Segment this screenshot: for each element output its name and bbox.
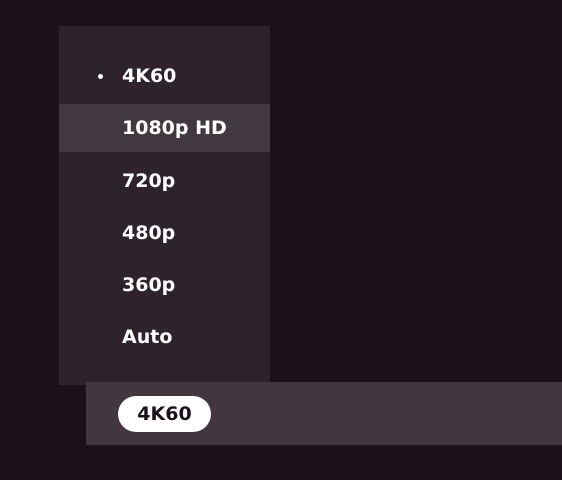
option-label: 480p	[122, 222, 176, 244]
option-label: 4K60	[122, 65, 177, 87]
option-label: Auto	[122, 326, 173, 348]
option-label: 360p	[122, 274, 176, 296]
control-bar: 4K60	[86, 382, 562, 445]
option-label: 1080p HD	[122, 117, 227, 139]
quality-menu: 4K60 1080p HD 720p 480p 360p Auto	[59, 26, 270, 385]
selected-indicator-icon	[98, 73, 103, 79]
quality-option-1080p[interactable]: 1080p HD	[59, 104, 270, 152]
quality-option-360p[interactable]: 360p	[59, 261, 270, 309]
quality-option-480p[interactable]: 480p	[59, 209, 270, 257]
quality-option-4k60[interactable]: 4K60	[59, 52, 270, 100]
quality-button[interactable]: 4K60	[118, 396, 211, 432]
quality-option-auto[interactable]: Auto	[59, 313, 270, 361]
option-label: 720p	[122, 170, 176, 192]
quality-option-720p[interactable]: 720p	[59, 157, 270, 205]
